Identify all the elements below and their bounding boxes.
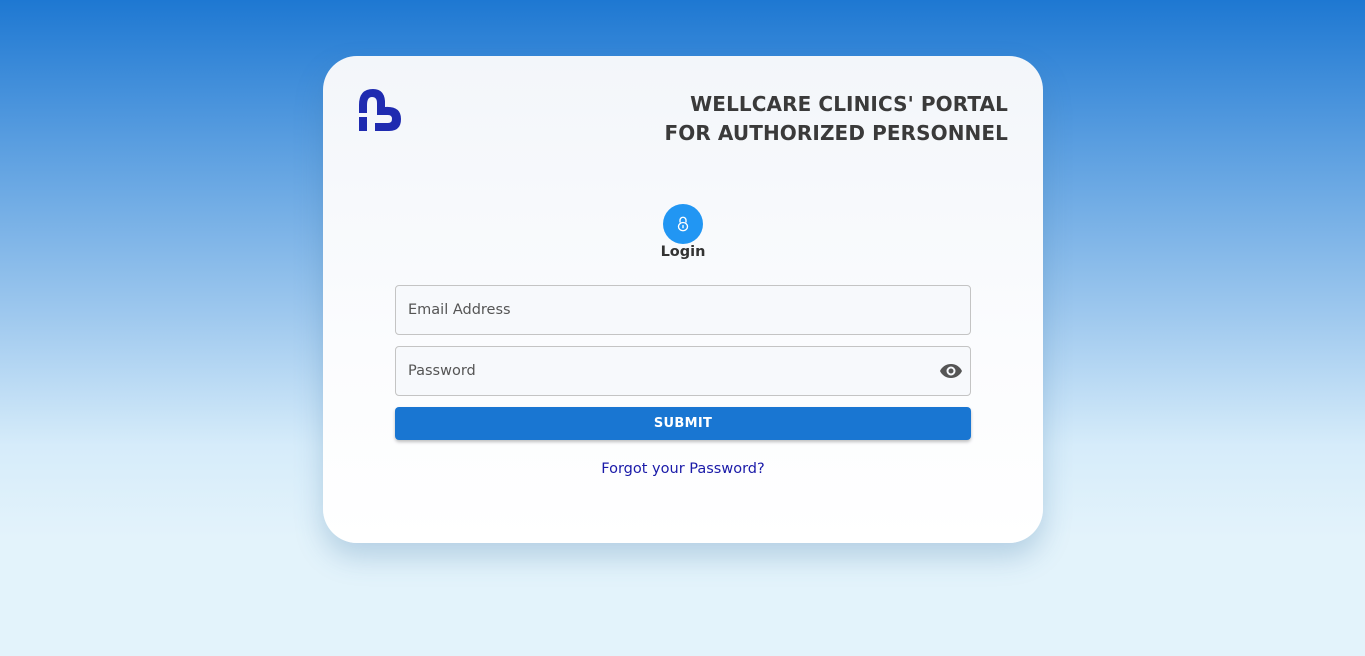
- forgot-password-row: Forgot your Password?: [323, 460, 1043, 478]
- clinic-logo-icon: [359, 89, 401, 131]
- password-input[interactable]: [396, 347, 970, 395]
- portal-title: WELLCARE CLINICS' PORTAL FOR AUTHORIZED …: [665, 90, 1009, 148]
- login-card: WELLCARE CLINICS' PORTAL FOR AUTHORIZED …: [323, 56, 1043, 543]
- password-field-container: [395, 346, 971, 396]
- lock-icon: [677, 216, 689, 232]
- email-field-container: [395, 285, 971, 335]
- forgot-password-link[interactable]: Forgot your Password?: [601, 461, 764, 477]
- portal-title-line1: WELLCARE CLINICS' PORTAL: [690, 92, 1008, 116]
- login-heading: Login: [660, 244, 706, 260]
- lock-badge: [663, 204, 703, 244]
- email-input[interactable]: [396, 286, 970, 334]
- portal-title-line2: FOR AUTHORIZED PERSONNEL: [664, 121, 1008, 145]
- eye-icon[interactable]: [939, 359, 963, 383]
- submit-button[interactable]: SUBMIT: [395, 407, 971, 440]
